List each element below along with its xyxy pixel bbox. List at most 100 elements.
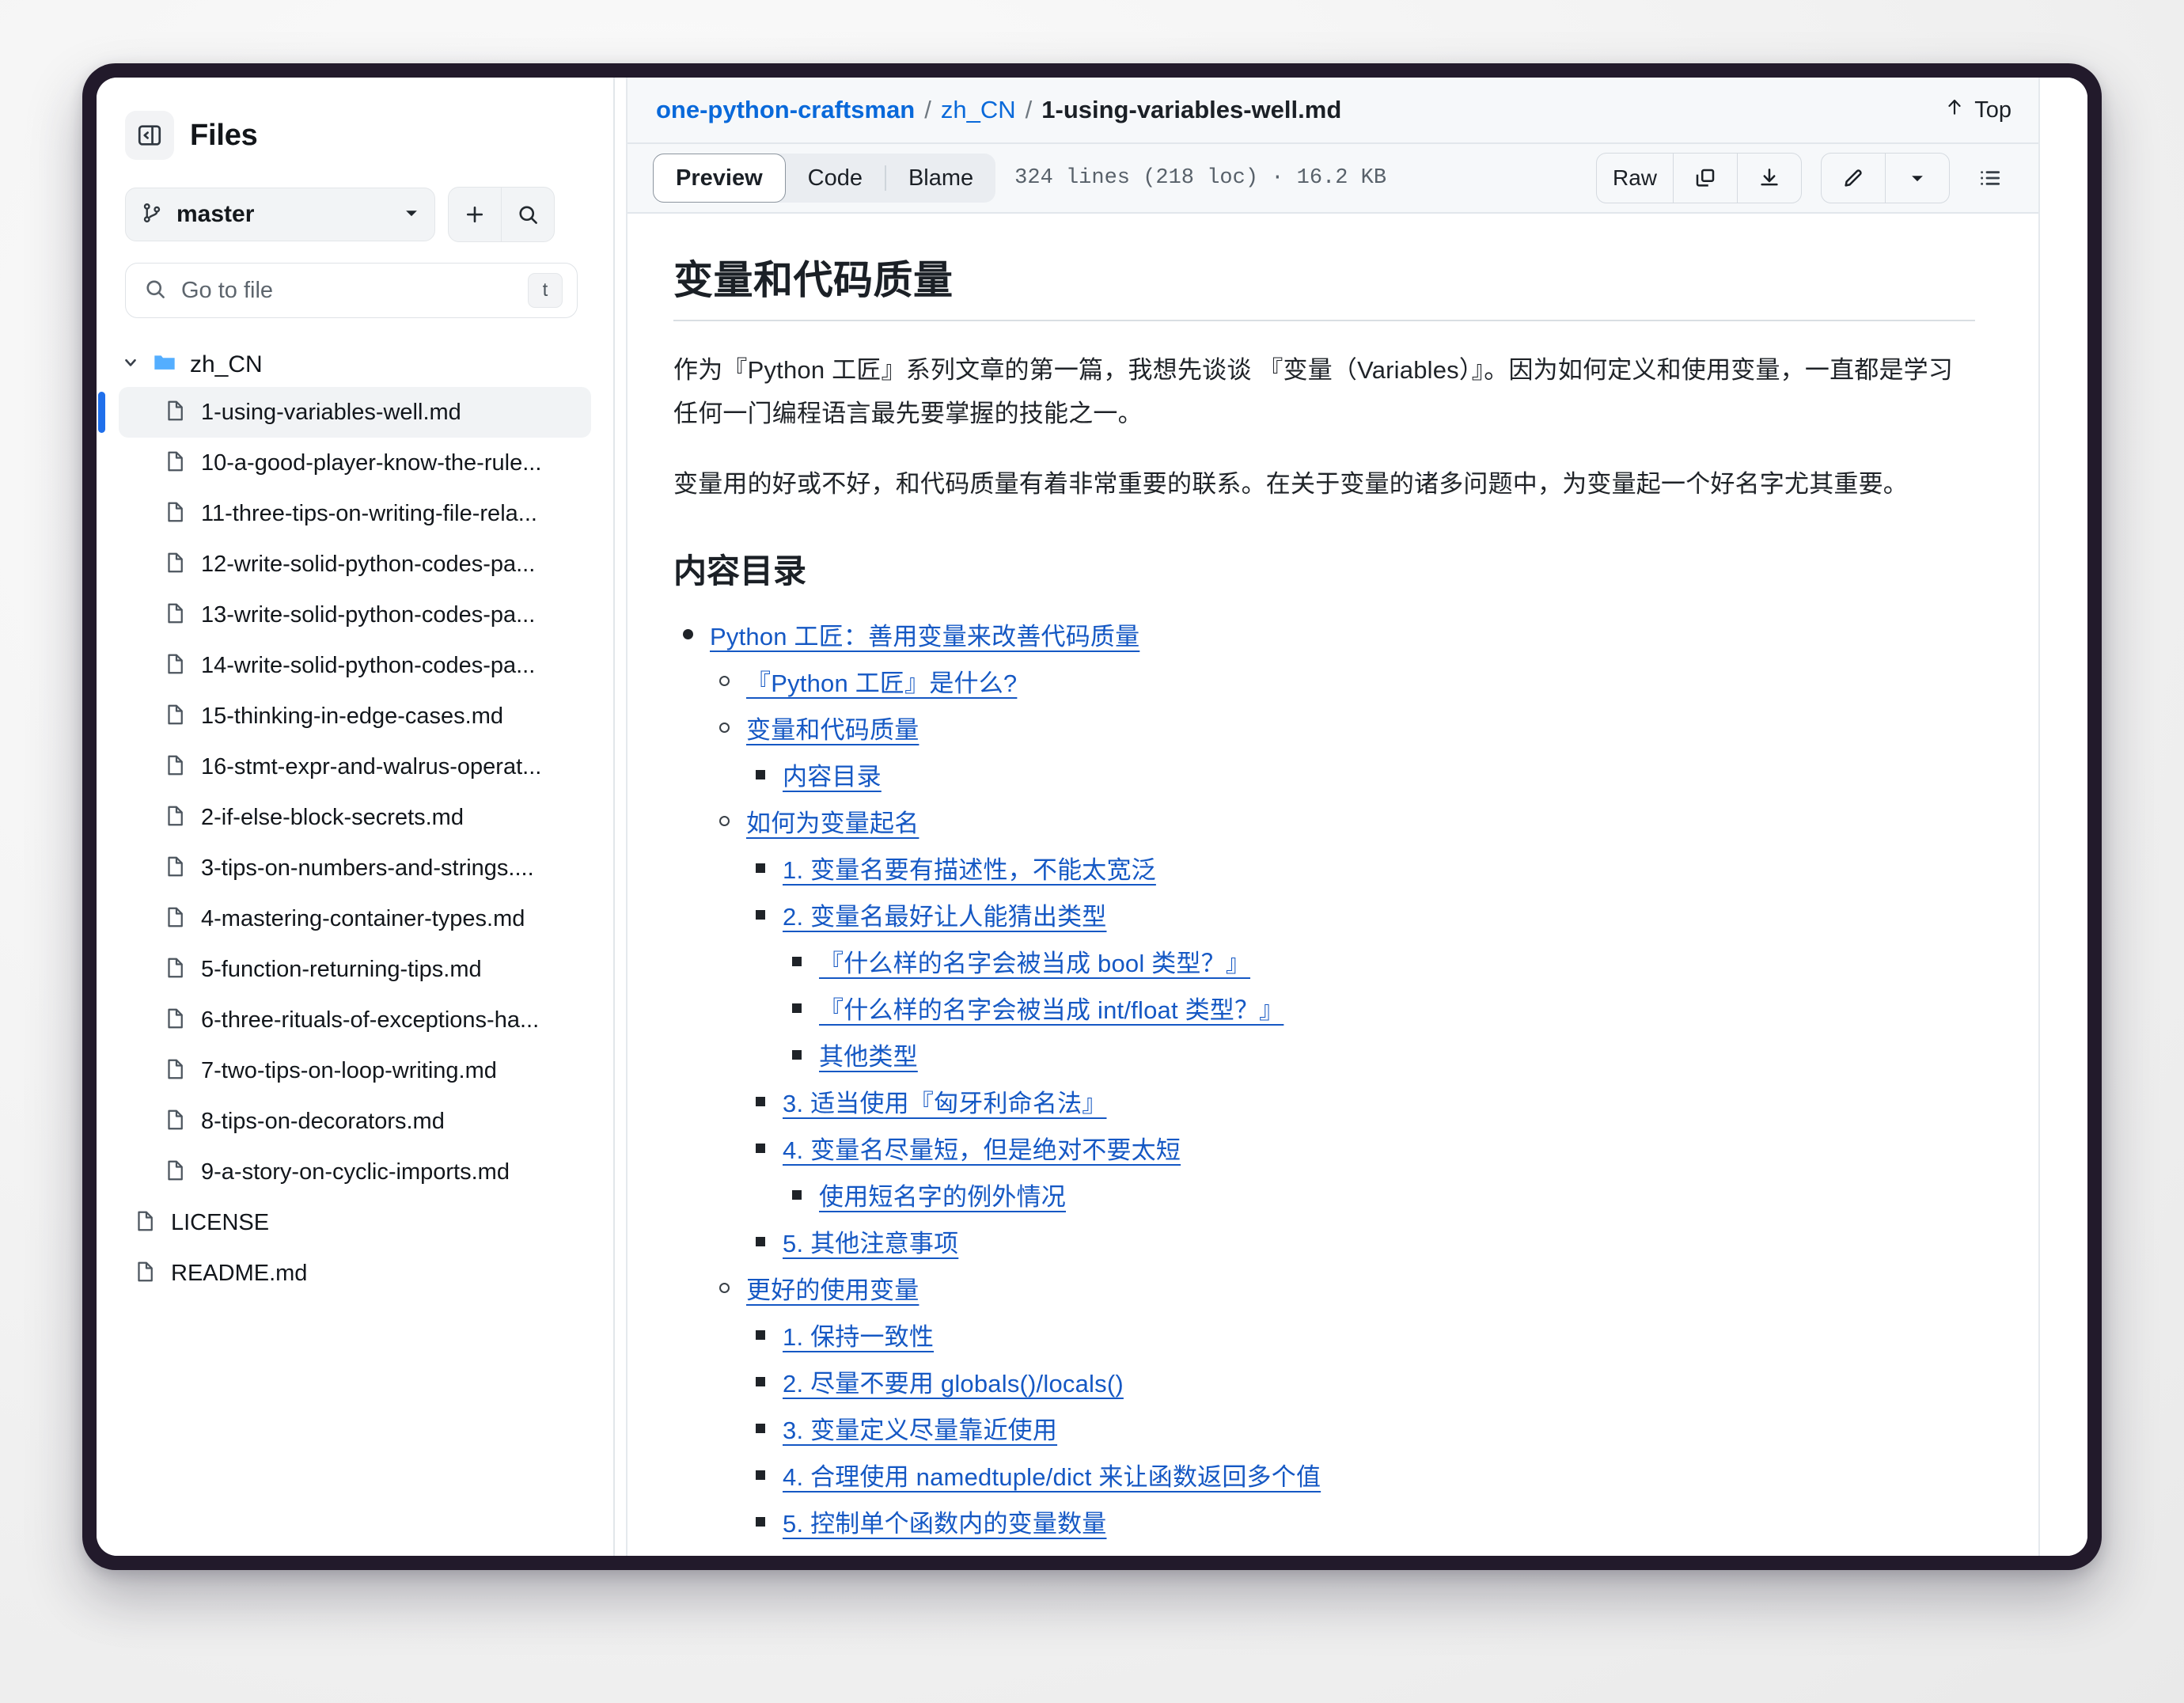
raw-copy-download-group: Raw: [1595, 153, 1802, 203]
pencil-icon[interactable]: [1822, 154, 1885, 203]
toc-link[interactable]: 5. 控制单个函数内的变量数量: [783, 1510, 1106, 1538]
toc-link[interactable]: 变量和代码质量: [746, 716, 919, 744]
table-of-contents-sublist: 『什么样的名字会被当成 bool 类型？』『什么样的名字会被当成 int/flo…: [783, 943, 1975, 1072]
file-label: 1-using-variables-well.md: [201, 399, 461, 425]
file-icon: [133, 1209, 157, 1237]
search-files-button[interactable]: [501, 188, 554, 241]
scroll-to-top-button[interactable]: Top: [1944, 97, 2011, 123]
list-bullet-icon: [792, 1049, 802, 1060]
list-item[interactable]: 13-write-solid-python-codes-pa...: [119, 590, 591, 640]
toc-item: 『Python 工匠』是什么?: [710, 663, 1975, 699]
toc-link[interactable]: 『Python 工匠』是什么?: [746, 669, 1017, 697]
list-item[interactable]: README.md: [119, 1248, 591, 1299]
file-toolbar: Preview Code Blame 324 lines (218 loc) ·…: [628, 144, 2038, 214]
tab-code[interactable]: Code: [786, 154, 885, 203]
list-item[interactable]: 3-tips-on-numbers-and-strings....: [119, 843, 591, 893]
file-label: 11-three-tips-on-writing-file-rela...: [201, 500, 537, 526]
list-item[interactable]: 14-write-solid-python-codes-pa...: [119, 640, 591, 691]
toc-link[interactable]: 2. 尽量不要用 globals()/locals(): [783, 1370, 1124, 1398]
breadcrumb-repo[interactable]: one-python-craftsman: [656, 96, 915, 124]
edit-menu-chevron-down-icon[interactable]: [1885, 154, 1949, 203]
toc-item: 6. 及时删掉那些没用的变量: [746, 1550, 1975, 1556]
tree-folder-zh-cn[interactable]: zh_CN: [97, 342, 613, 387]
list-bullet-icon: [792, 1189, 802, 1200]
toc-item: 5. 控制单个函数内的变量数量: [746, 1504, 1975, 1539]
toc-link[interactable]: 2. 变量名最好让人能猜出类型: [783, 903, 1106, 931]
search-input[interactable]: Go to file t: [125, 263, 578, 318]
list-item[interactable]: 8-tips-on-decorators.md: [119, 1096, 591, 1147]
markdown-preview-scroll[interactable]: 变量和代码质量 作为『Python 工匠』系列文章的第一篇，我想先谈谈 『变量（…: [628, 214, 2038, 1556]
list-item[interactable]: 11-three-tips-on-writing-file-rela...: [119, 488, 591, 539]
toc-link[interactable]: 『什么样的名字会被当成 bool 类型？』: [819, 950, 1250, 977]
scroll-to-top-label: Top: [1974, 97, 2011, 123]
toc-link[interactable]: 更好的使用变量: [746, 1276, 919, 1304]
toc-link[interactable]: 1. 保持一致性: [783, 1323, 934, 1351]
branch-selector[interactable]: master: [125, 188, 435, 241]
breadcrumb-folder[interactable]: zh_CN: [941, 96, 1016, 124]
toc-link[interactable]: 内容目录: [783, 763, 882, 791]
toc-item: 『什么样的名字会被当成 bool 类型？』: [783, 943, 1975, 979]
list-item[interactable]: LICENSE: [119, 1197, 591, 1248]
breadcrumb-separator: /: [924, 96, 931, 123]
list-item[interactable]: 6-three-rituals-of-exceptions-ha...: [119, 995, 591, 1045]
toc-item: 2. 变量名最好让人能猜出类型 『什么样的名字会被当成 bool 类型？』 『什么样…: [746, 897, 1975, 1072]
folder-icon: [152, 350, 177, 379]
file-icon: [163, 399, 187, 427]
add-file-button[interactable]: [449, 188, 501, 241]
toc-link[interactable]: 使用短名字的例外情况: [819, 1183, 1066, 1211]
table-of-contents-sublist: 『Python 工匠』是什么? 变量和代码质量 内容目录如何为变量起名 1. 变量名要…: [710, 663, 1975, 1556]
toc-link[interactable]: 如何为变量起名: [746, 810, 919, 837]
table-of-contents: Python 工匠：善用变量来改善代码质量『Python 工匠』是什么? 变量和代…: [673, 616, 1975, 1556]
download-icon[interactable]: [1737, 154, 1801, 203]
list-item[interactable]: 12-write-solid-python-codes-pa...: [119, 539, 591, 590]
sidebar-collapse-icon[interactable]: [125, 111, 174, 160]
breadcrumb-separator: /: [1025, 96, 1033, 123]
list-item[interactable]: 7-two-tips-on-loop-writing.md: [119, 1045, 591, 1096]
list-bullet-icon: [756, 1236, 765, 1246]
list-item[interactable]: 4-mastering-container-types.md: [119, 893, 591, 944]
toc-item: 更好的使用变量 1. 保持一致性 2. 尽量不要用 globals()/locals…: [710, 1270, 1975, 1556]
file-list: 1-using-variables-well.md 10-a-good-playe…: [97, 387, 613, 1197]
list-bullet-icon: [756, 1096, 765, 1106]
toc-item: 2. 尽量不要用 globals()/locals(): [746, 1364, 1975, 1399]
table-of-contents-sublist: 使用短名字的例外情况: [783, 1177, 1975, 1212]
toc-link[interactable]: 3. 变量定义尽量靠近使用: [783, 1417, 1057, 1444]
files-sidebar: Files master Go to file t zh_CN 1-using-…: [97, 78, 615, 1556]
list-item[interactable]: 15-thinking-in-edge-cases.md: [119, 691, 591, 742]
list-item[interactable]: 16-stmt-expr-and-walrus-operat...: [119, 742, 591, 792]
toc-link[interactable]: 4. 变量名尽量短，但是绝对不要太短: [783, 1136, 1181, 1164]
copy-icon[interactable]: [1673, 154, 1737, 203]
list-bullet-icon: [792, 956, 802, 966]
toc-link[interactable]: 3. 适当使用『匈牙利命名法』: [783, 1090, 1106, 1117]
file-label: 10-a-good-player-know-the-rule...: [201, 449, 542, 476]
tab-preview[interactable]: Preview: [653, 154, 786, 203]
list-bullet-icon: [719, 1282, 730, 1293]
search-input-placeholder: Go to file: [181, 277, 274, 303]
list-bullet-icon: [756, 1143, 765, 1153]
toc-link[interactable]: 1. 变量名要有描述性，不能太宽泛: [783, 856, 1156, 884]
toc-link[interactable]: 4. 合理使用 namedtuple/dict 来让函数返回多个值: [783, 1463, 1321, 1491]
tab-blame[interactable]: Blame: [886, 154, 995, 203]
toc-link[interactable]: 5. 其他注意事项: [783, 1230, 958, 1257]
document-title: 变量和代码质量: [673, 248, 1975, 321]
file-label: 16-stmt-expr-and-walrus-operat...: [201, 753, 542, 779]
list-item[interactable]: 9-a-story-on-cyclic-imports.md: [119, 1147, 591, 1197]
list-item[interactable]: 1-using-variables-well.md: [98, 387, 591, 438]
list-outline-icon[interactable]: [1969, 157, 2011, 199]
toc-link[interactable]: 『什么样的名字会被当成 int/float 类型？』: [819, 996, 1283, 1024]
toc-link[interactable]: Python 工匠：善用变量来改善代码质量: [710, 623, 1139, 650]
list-item[interactable]: 2-if-else-block-secrets.md: [119, 792, 591, 843]
list-bullet-icon: [719, 815, 730, 826]
right-gutter: [2038, 78, 2087, 1556]
edit-group: [1821, 153, 1950, 203]
file-label: 3-tips-on-numbers-and-strings....: [201, 855, 534, 881]
chevron-down-icon: [403, 204, 420, 226]
toc-link[interactable]: 其他类型: [819, 1043, 918, 1071]
file-label: 8-tips-on-decorators.md: [201, 1108, 445, 1134]
raw-button[interactable]: Raw: [1597, 154, 1673, 203]
file-icon: [163, 753, 187, 781]
list-item[interactable]: 10-a-good-player-know-the-rule...: [119, 438, 591, 488]
list-item[interactable]: 5-function-returning-tips.md: [119, 944, 591, 995]
file-icon: [163, 551, 187, 578]
file-icon: [163, 1007, 187, 1034]
